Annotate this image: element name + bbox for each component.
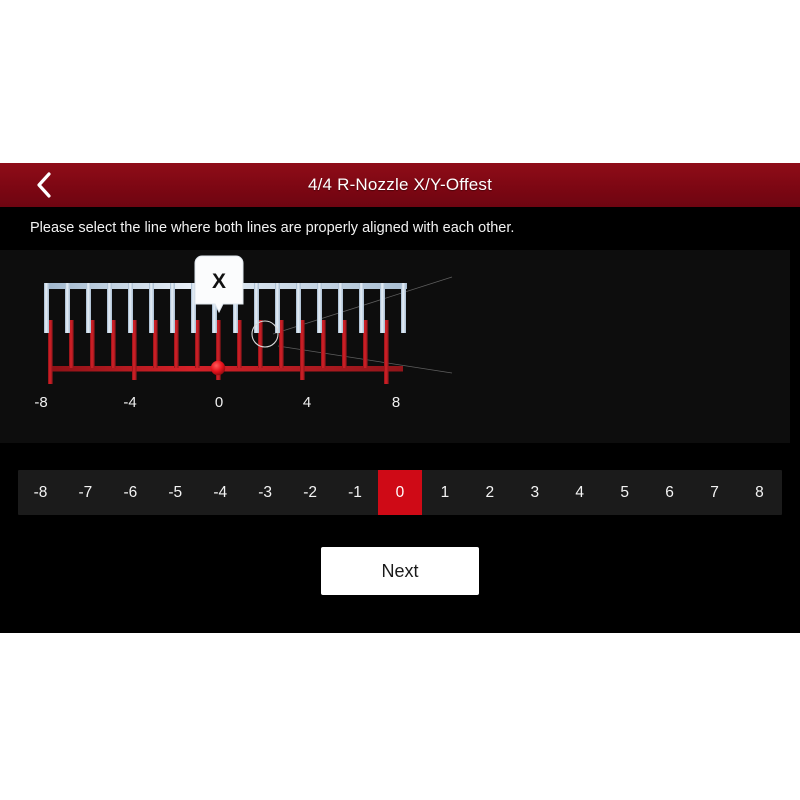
offset-option-5[interactable]: 5 [602, 470, 647, 515]
next-button[interactable]: Next [321, 547, 479, 595]
offset-option--7[interactable]: -7 [63, 470, 108, 515]
offset-option--6[interactable]: -6 [108, 470, 153, 515]
offset-option--2[interactable]: -2 [288, 470, 333, 515]
offset-value-strip[interactable]: -8 -7 -6 -5 -4 -3 -2 -1 0 1 2 3 4 5 6 7 … [18, 470, 782, 515]
offset-option--3[interactable]: -3 [243, 470, 288, 515]
offset-option-3[interactable]: 3 [512, 470, 557, 515]
offset-option-2[interactable]: 2 [467, 470, 512, 515]
offset-option-8[interactable]: 8 [737, 470, 782, 515]
chevron-left-icon [34, 170, 54, 200]
svg-text:8: 8 [392, 394, 400, 411]
offset-option-4[interactable]: 4 [557, 470, 602, 515]
offset-option--8[interactable]: -8 [18, 470, 63, 515]
marker-tag-label: X [212, 270, 226, 293]
svg-text:0: 0 [215, 394, 223, 411]
device-screen: 4/4 R-Nozzle X/Y-Offest Please select th… [0, 163, 800, 633]
offset-option--4[interactable]: -4 [198, 470, 243, 515]
page-title: 4/4 R-Nozzle X/Y-Offest [307, 175, 493, 194]
offset-option-7[interactable]: 7 [692, 470, 737, 515]
offset-option-1[interactable]: 1 [422, 470, 467, 515]
instruction-bar: Please select the line where both lines … [0, 207, 800, 249]
diagram-axis-labels: -8 -4 0 4 8 [34, 394, 400, 411]
svg-text:-8: -8 [34, 394, 47, 411]
offset-option-0[interactable]: 0 [377, 470, 423, 515]
svg-text:-4: -4 [123, 394, 136, 411]
instruction-text: Please select the line where both lines … [30, 220, 515, 236]
diagram-graphic: X -8 -4 0 4 8 [0, 250, 790, 443]
svg-text:4: 4 [303, 394, 311, 411]
offset-option--1[interactable]: -1 [333, 470, 378, 515]
offset-option--5[interactable]: -5 [153, 470, 198, 515]
offset-option-6[interactable]: 6 [647, 470, 692, 515]
center-marker-dot [210, 360, 226, 376]
axis-marker-tag: X [194, 255, 244, 314]
alignment-diagram-panel: X -8 -4 0 4 8 [0, 250, 790, 443]
back-button[interactable] [24, 163, 64, 207]
titlebar: 4/4 R-Nozzle X/Y-Offest [0, 163, 800, 207]
